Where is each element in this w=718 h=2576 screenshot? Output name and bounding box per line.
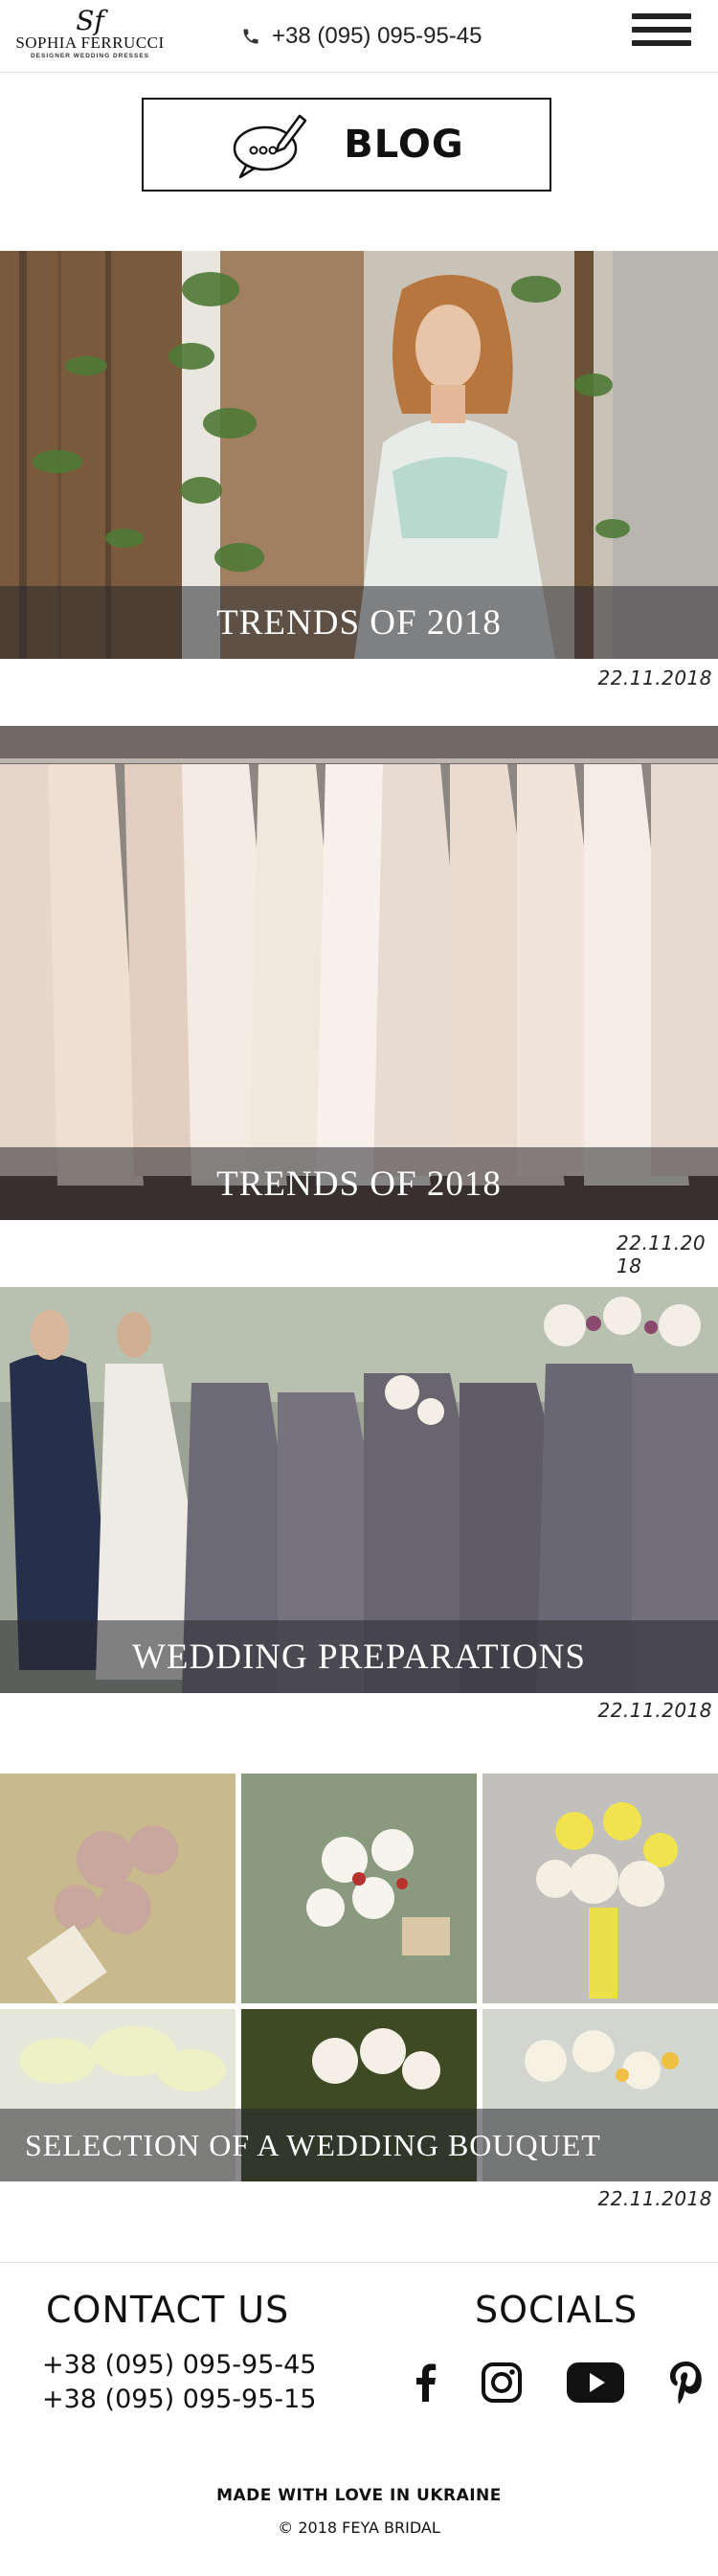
post-date: 22.11.2018	[597, 1699, 712, 1722]
youtube-icon[interactable]	[567, 2362, 624, 2403]
header-phone-link[interactable]: +38 (095) 095-95-45	[241, 21, 482, 52]
blog-banner: BLOG	[142, 98, 551, 192]
blog-post-card[interactable]: TRENDS OF 2018	[0, 726, 718, 1220]
logo-name: SOPHIA FERRUCCI	[15, 34, 165, 52]
chat-bubble-pencil-icon	[234, 114, 307, 179]
blog-title: BLOG	[344, 123, 464, 167]
made-with-text: MADE WITH LOVE IN UKRAINE	[216, 2486, 502, 2505]
logo-monogram: Sf	[76, 5, 104, 36]
post-caption: TRENDS OF 2018	[0, 586, 718, 659]
post-caption: WEDDING PREPARATIONS	[0, 1620, 718, 1693]
post-title: TRENDS OF 2018	[216, 602, 502, 643]
contact-title: CONTACT US	[46, 2289, 290, 2331]
header-phone-text: +38 (095) 095-95-45	[272, 23, 482, 49]
copyright-text: © 2018 FEYA BRIDAL	[278, 2519, 440, 2537]
blog-post-card[interactable]: SELECTION OF A WEDDING BOUQUET	[0, 1774, 718, 2181]
blog-post-card[interactable]: WEDDING PREPARATIONS	[0, 1287, 718, 1693]
contact-phone-link[interactable]: +38 (095) 095-95-15	[42, 2384, 316, 2414]
post-caption: TRENDS OF 2018	[0, 1147, 718, 1220]
post-date: 22.11.2018	[617, 1232, 707, 1277]
site-header: Sf SOPHIA FERRUCCI DESIGNER WEDDING DRES…	[0, 0, 718, 73]
pinterest-icon[interactable]	[668, 2361, 703, 2405]
socials-title: SOCIALS	[475, 2289, 639, 2331]
footer-divider	[0, 2262, 718, 2263]
contact-phone-link[interactable]: +38 (095) 095-95-45	[42, 2350, 316, 2380]
hamburger-menu-icon[interactable]	[632, 13, 691, 57]
phone-icon	[243, 29, 258, 44]
facebook-icon[interactable]	[415, 2363, 437, 2402]
logo[interactable]: Sf SOPHIA FERRUCCI DESIGNER WEDDING DRES…	[13, 8, 167, 65]
post-date: 22.11.2018	[597, 2187, 712, 2210]
blog-post-card[interactable]: TRENDS OF 2018	[0, 251, 718, 659]
post-title: WEDDING PREPARATIONS	[132, 1637, 586, 1677]
post-caption: SELECTION OF A WEDDING BOUQUET	[0, 2109, 718, 2181]
wedding-dresses-on-rack-photo	[0, 726, 718, 1220]
post-title: SELECTION OF A WEDDING BOUQUET	[25, 2127, 601, 2162]
post-date: 22.11.2018	[597, 667, 712, 689]
instagram-icon[interactable]	[481, 2361, 523, 2404]
logo-tagline: DESIGNER WEDDING DRESSES	[30, 53, 150, 59]
social-icons	[415, 2358, 703, 2407]
post-title: TRENDS OF 2018	[216, 1164, 502, 1204]
